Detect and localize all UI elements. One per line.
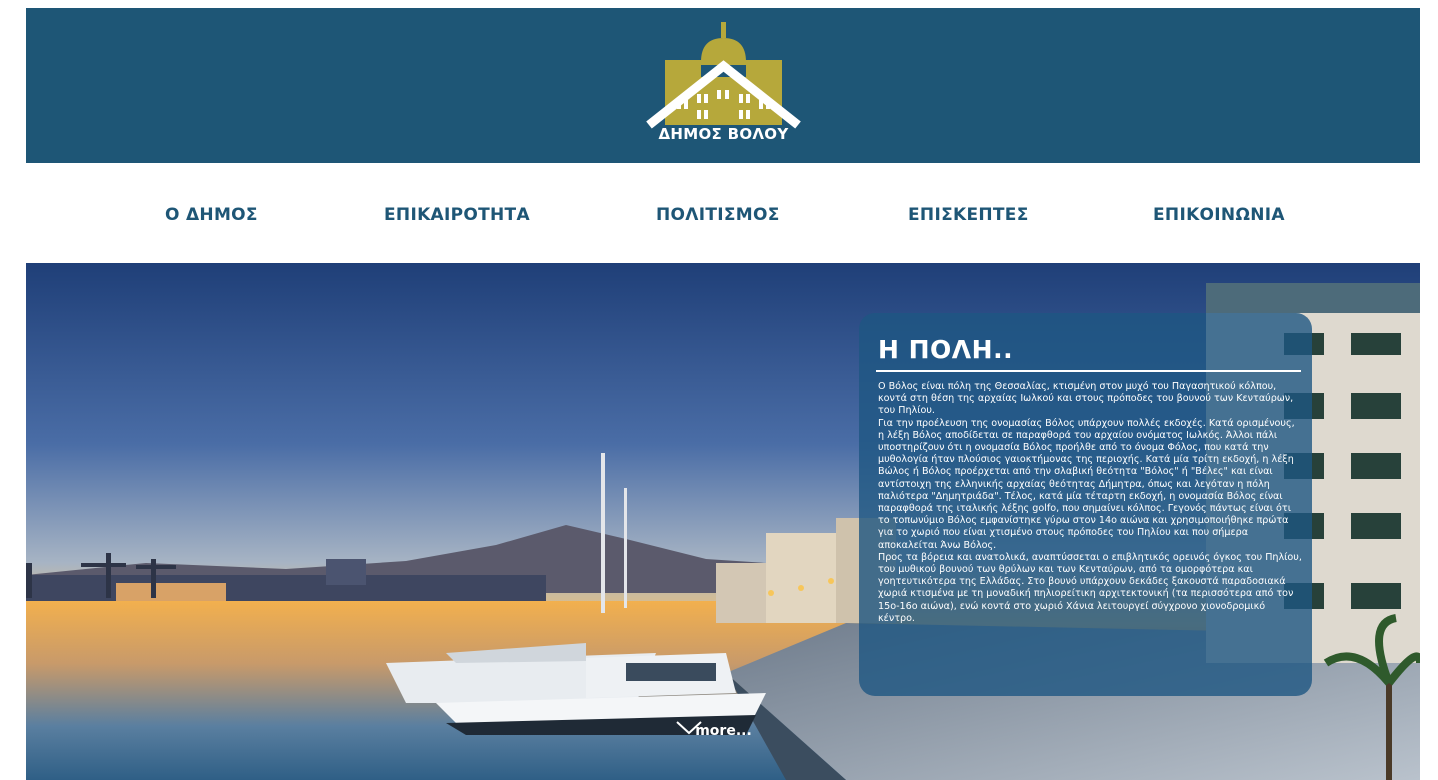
panel-divider — [876, 370, 1301, 372]
hero-section: Η ΠΟΛΗ.. Ο Βόλος είναι πόλη της Θεσσαλία… — [26, 263, 1420, 780]
panel-paragraph: Προς τα βόρεια και ανατολικά, αναπτύσσετ… — [878, 551, 1302, 624]
more-button[interactable]: more... — [676, 721, 771, 739]
nav-item-epikairotita[interactable]: ΕΠΙΚΑΙΡΟΤΗΤΑ — [384, 205, 530, 225]
municipality-logo[interactable]: ΔΗΜΟΣ ΒΟΛΟΥ — [641, 22, 806, 148]
panel-paragraph: Για την προέλευση της ονομασίας Βόλος υπ… — [878, 417, 1295, 551]
panel-title: Η ΠΟΛΗ.. — [878, 335, 1014, 364]
panel-body: Ο Βόλος είναι πόλη της Θεσσαλίας, κτισμέ… — [878, 381, 1302, 625]
town-hall-logo-icon — [646, 22, 801, 129]
main-navigation: Ο ΔΗΜΟΣ ΕΠΙΚΑΙΡΟΤΗΤΑ ΠΟΛΙΤΙΣΜΟΣ ΕΠΙΣΚΕΠΤ… — [26, 163, 1420, 263]
panel-paragraph: Ο Βόλος είναι πόλη της Θεσσαλίας, κτισμέ… — [878, 381, 1294, 417]
nav-item-politismos[interactable]: ΠΟΛΙΤΙΣΜΟΣ — [656, 205, 780, 225]
chevron-down-icon — [676, 721, 702, 735]
city-info-panel: Η ΠΟΛΗ.. Ο Βόλος είναι πόλη της Θεσσαλία… — [859, 313, 1312, 696]
nav-item-o-dimos[interactable]: Ο ΔΗΜΟΣ — [165, 205, 258, 225]
nav-item-episkeptes[interactable]: ΕΠΙΣΚΕΠΤΕΣ — [908, 205, 1029, 225]
logo-text: ΔΗΜΟΣ ΒΟΛΟΥ — [658, 125, 789, 143]
site-header: ΔΗΜΟΣ ΒΟΛΟΥ — [26, 8, 1420, 163]
nav-item-epikoinonia[interactable]: ΕΠΙΚΟΙΝΩΝΙΑ — [1153, 205, 1285, 225]
